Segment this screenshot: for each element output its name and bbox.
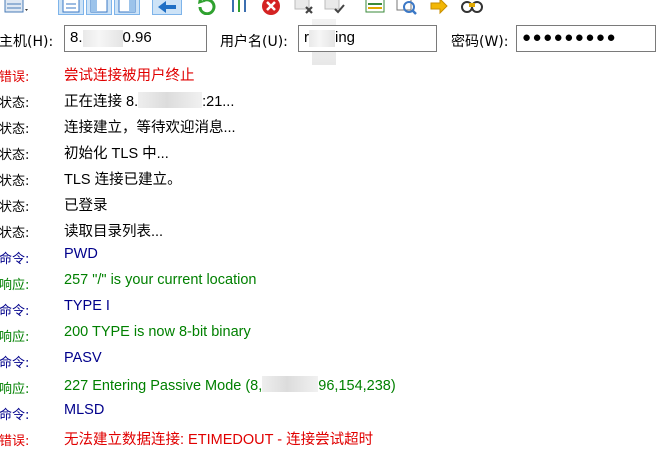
message-log-toggle-icon (62, 0, 80, 13)
log-row-type: 错误: (0, 70, 30, 85)
cancel-button[interactable] (258, 0, 284, 15)
log-row-message: 200 TYPE is now 8-bit binary (64, 324, 251, 340)
password-input[interactable]: ●●●●●●●●● (516, 25, 656, 52)
quickconnect-bar: 主机(H): 8. 0.96 用户名(U): r ing 密码(W): ●●●●●●… (0, 19, 669, 65)
log-row-type: 响应: (0, 382, 30, 397)
log-row-message: 尝试连接被用户终止 (64, 68, 195, 84)
site-manager-icon (4, 0, 28, 13)
log-row-message: 227 Entering Passive Mode (8, 96,154,238) (64, 376, 396, 394)
log-message-suffix: :21... (202, 94, 235, 110)
log-row-type: 命令: (0, 304, 30, 319)
log-row-type: 命令: (0, 252, 30, 267)
log-message-prefix: 227 Entering Passive Mode (8, (64, 378, 263, 394)
sync-browse-icon (430, 0, 448, 15)
log-row-message: 连接建立，等待欢迎消息... (64, 120, 236, 136)
log-row: 响应: 227 Entering Passive Mode (8, 96,154,2… (0, 374, 669, 400)
log-message-suffix: 96,154,238) (318, 378, 396, 394)
toolbar (0, 0, 669, 17)
log-row-type: 状态: (0, 226, 30, 241)
username-value-suffix: ing (335, 29, 356, 46)
process-queue-icon (232, 0, 246, 12)
log-row: 状态: 连接建立，等待欢迎消息... (0, 114, 669, 140)
password-label: 密码(W): (451, 34, 509, 50)
log-row-type: 响应: (0, 330, 30, 345)
log-row: 命令: TYPE I (0, 296, 669, 322)
log-row: 命令: PWD (0, 244, 669, 270)
disconnect-icon (294, 0, 313, 14)
log-row-message: 读取目录列表... (64, 224, 164, 240)
redacted-ip (138, 92, 203, 108)
log-row-type: 命令: (0, 356, 30, 371)
log-row: 错误: 无法建立数据连接: ETIMEDOUT - 连接尝试超时 (0, 426, 669, 452)
refresh-button[interactable] (194, 0, 220, 15)
reconnect-button[interactable] (322, 0, 348, 15)
directory-compare-button[interactable] (362, 0, 388, 15)
log-row-type: 状态: (0, 148, 30, 163)
log-row-type: 响应: (0, 278, 30, 293)
filter-icon (396, 0, 417, 15)
log-row-message: TLS 连接已建立。 (64, 172, 182, 188)
message-log-toggle-button[interactable] (58, 0, 84, 15)
host-redacted (82, 29, 123, 47)
log-row: 命令: PASV (0, 348, 669, 374)
log-row-type: 状态: (0, 174, 30, 189)
local-tree-toggle-button[interactable] (86, 0, 112, 15)
log-row-message: 正在连接 8. :21... (64, 90, 234, 111)
directory-compare-icon (365, 0, 385, 13)
log-row-type: 命令: (0, 408, 30, 423)
log-row-message: TYPE I (64, 298, 110, 314)
log-row-type: 状态: (0, 122, 30, 137)
disconnect-button[interactable] (292, 0, 318, 15)
log-row-message: 无法建立数据连接: ETIMEDOUT - 连接尝试超时 (64, 432, 374, 448)
log-row: 错误: 尝试连接被用户终止 (0, 62, 669, 88)
log-row-message: 初始化 TLS 中... (64, 146, 169, 162)
log-row-message: 已登录 (64, 198, 108, 214)
host-input[interactable]: 8. 0.96 (64, 25, 207, 52)
log-row-message: PWD (64, 246, 98, 262)
password-value: ●●●●●●●●● (522, 29, 618, 46)
process-queue-button[interactable] (226, 0, 252, 15)
transfer-queue-toggle-button[interactable] (152, 0, 182, 15)
host-label: 主机(H): (0, 34, 54, 50)
log-message-prefix: 正在连接 8. (64, 94, 139, 110)
filter-button[interactable] (394, 0, 420, 15)
log-row: 状态: TLS 连接已建立。 (0, 166, 669, 192)
log-row-message: MLSD (64, 402, 105, 418)
search-button[interactable] (458, 0, 486, 15)
host-value-suffix: 0.96 (122, 29, 152, 46)
username-label: 用户名(U): (220, 34, 288, 50)
reconnect-icon (324, 0, 345, 14)
log-row: 状态: 初始化 TLS 中... (0, 140, 669, 166)
log-row: 响应: 200 TYPE is now 8-bit binary (0, 322, 669, 348)
remote-tree-toggle-icon (118, 0, 136, 13)
refresh-icon (198, 0, 216, 15)
log-row: 状态: 读取目录列表... (0, 218, 669, 244)
username-input[interactable]: r ing (298, 25, 437, 52)
log-row: 状态: 已登录 (0, 192, 669, 218)
search-icon (461, 1, 483, 13)
transfer-queue-toggle-icon (158, 1, 176, 13)
host-value-prefix: 8. (70, 29, 83, 46)
log-row-type: 错误: (0, 434, 30, 449)
username-redacted (309, 29, 335, 47)
log-row-type: 状态: (0, 96, 30, 111)
redacted-ip (262, 376, 319, 392)
sync-browse-button[interactable] (426, 0, 452, 15)
cancel-icon (262, 0, 280, 15)
log-row-message: 257 "/" is your current location (64, 272, 257, 288)
site-manager-button[interactable] (2, 0, 32, 15)
remote-tree-toggle-button[interactable] (114, 0, 140, 15)
log-row: 命令: MLSD (0, 400, 669, 426)
log-row: 状态: 正在连接 8. :21... (0, 88, 669, 114)
log-row: 响应: 257 "/" is your current location (0, 270, 669, 296)
local-tree-toggle-icon (90, 0, 108, 13)
log-row-type: 状态: (0, 200, 30, 215)
log-row-message: PASV (64, 350, 102, 366)
